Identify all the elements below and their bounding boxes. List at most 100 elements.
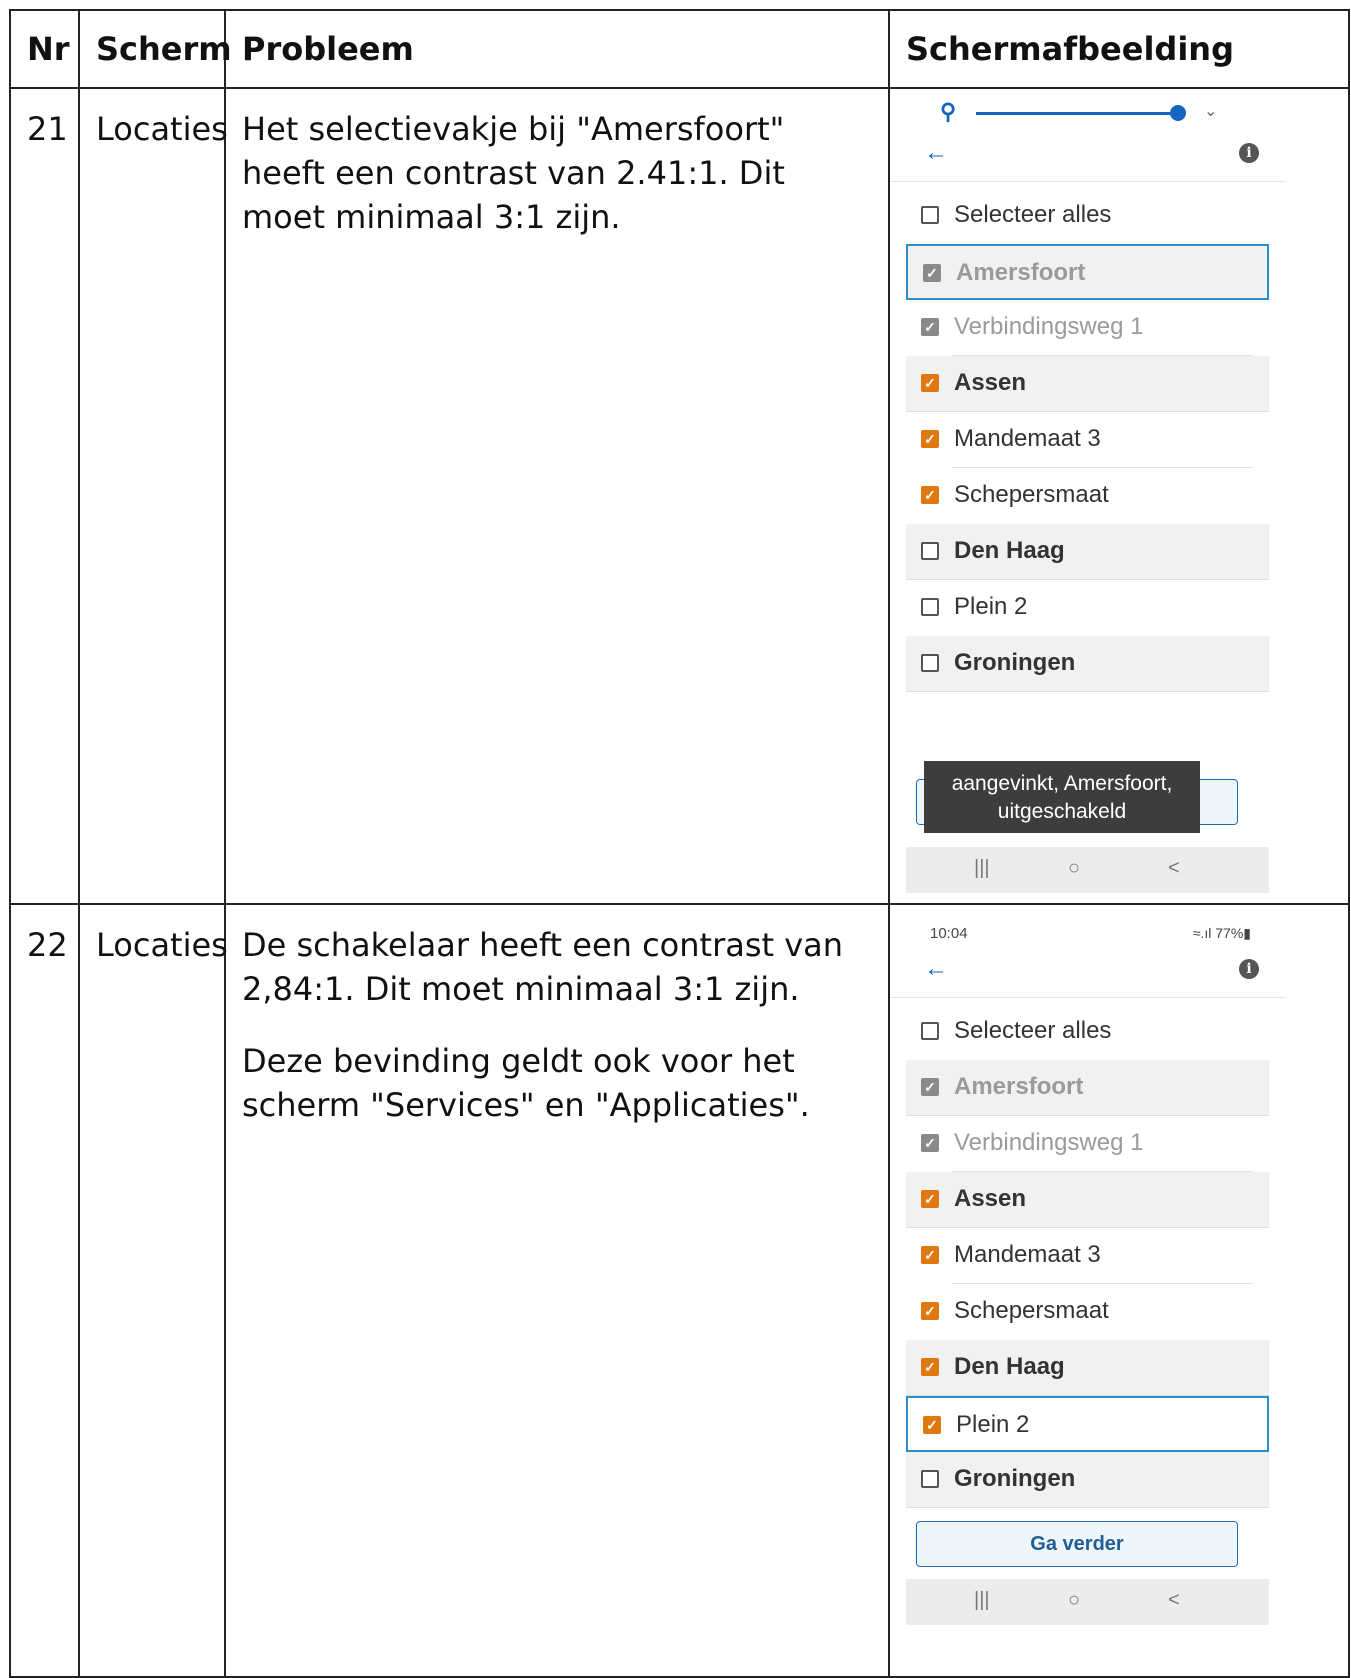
checkbox-checked[interactable]: ✓ bbox=[921, 486, 939, 504]
row-nr: 21 bbox=[9, 87, 80, 905]
back-nav-icon[interactable]: < bbox=[1168, 1589, 1180, 1612]
android-nav-bar: ||| ○ < bbox=[906, 847, 1269, 893]
list-item[interactable]: ✓ Amersfoort bbox=[906, 1060, 1269, 1116]
item-label: Mandemaat 3 bbox=[954, 1241, 1101, 1268]
status-icons: ≈.ıl 77%▮ bbox=[1192, 925, 1251, 941]
item-label: Assen bbox=[954, 369, 1027, 396]
item-label: Verbindingsweg 1 bbox=[954, 1129, 1144, 1156]
app-header: ← i bbox=[890, 135, 1285, 182]
item-label: Plein 2 bbox=[956, 1411, 1030, 1438]
info-icon[interactable]: i bbox=[1239, 959, 1259, 979]
header-screen: Scherm bbox=[78, 9, 232, 89]
findings-table: Nr Scherm Probleem Schermafbeelding 21 L… bbox=[9, 9, 1350, 1678]
row-nr: 22 bbox=[9, 903, 80, 1678]
checkbox[interactable] bbox=[921, 206, 939, 224]
checkbox-checked[interactable]: ✓ bbox=[921, 1190, 939, 1208]
recent-apps-icon[interactable]: ||| bbox=[974, 1589, 990, 1612]
problem-text: De schakelaar heeft een contrast van 2,8… bbox=[242, 926, 844, 1008]
table-row: 21 Locaties Het selectievakje bij "Amers… bbox=[9, 87, 1350, 905]
select-all-item[interactable]: Selecteer alles bbox=[906, 188, 1269, 244]
checkbox-checked[interactable]: ✓ bbox=[921, 374, 939, 392]
row-problem: De schakelaar heeft een contrast van 2,8… bbox=[224, 903, 890, 1678]
location-list: Selecteer alles ✓ Amersfoort ✓ Verbindin… bbox=[890, 1004, 1285, 1508]
row-problem: Het selectievakje bij "Amersfoort" heeft… bbox=[224, 87, 890, 905]
checkbox-checked[interactable]: ✓ bbox=[923, 264, 941, 282]
item-label: Amersfoort bbox=[956, 259, 1086, 286]
select-all-label: Selecteer alles bbox=[954, 1017, 1112, 1044]
talkback-toast: aangevinkt, Amersfoort, uitgeschakeld bbox=[924, 761, 1200, 833]
phone-screenshot: 10:04 ≈.ıl 77%▮ ← i Selecteer alles ✓ Am… bbox=[890, 905, 1285, 1665]
continue-button[interactable]: Ga verder bbox=[916, 1521, 1238, 1567]
home-icon[interactable]: ○ bbox=[1068, 1589, 1080, 1612]
checkbox-checked[interactable]: ✓ bbox=[921, 1134, 939, 1152]
accessibility-slider[interactable]: ⚲ ⌄ bbox=[926, 99, 1226, 129]
checkbox-checked[interactable]: ✓ bbox=[921, 430, 939, 448]
checkbox[interactable] bbox=[921, 542, 939, 560]
list-item[interactable]: ✓ Plein 2 bbox=[906, 1396, 1269, 1452]
list-item[interactable]: ✓ Verbindingsweg 1 bbox=[906, 300, 1269, 356]
list-item[interactable]: ✓ Schepersmaat bbox=[906, 1284, 1269, 1340]
back-nav-icon[interactable]: < bbox=[1168, 857, 1180, 880]
chevron-down-icon[interactable]: ⌄ bbox=[1204, 101, 1217, 121]
item-label: Schepersmaat bbox=[954, 481, 1109, 508]
checkbox[interactable] bbox=[921, 1022, 939, 1040]
list-item[interactable]: Groningen bbox=[906, 1452, 1269, 1508]
item-label: Den Haag bbox=[954, 1353, 1065, 1380]
checkbox-checked[interactable]: ✓ bbox=[921, 1358, 939, 1376]
list-item[interactable]: ✓ Amersfoort bbox=[906, 244, 1269, 300]
list-item[interactable]: Groningen bbox=[906, 636, 1269, 692]
select-all-label: Selecteer alles bbox=[954, 201, 1112, 228]
select-all-item[interactable]: Selecteer alles bbox=[906, 1004, 1269, 1060]
list-item[interactable]: ✓ Mandemaat 3 bbox=[906, 1228, 1269, 1284]
arrow-left-icon[interactable]: ← bbox=[924, 139, 948, 167]
checkbox[interactable] bbox=[921, 654, 939, 672]
list-item[interactable]: ✓ Assen bbox=[906, 1172, 1269, 1228]
item-label: Amersfoort bbox=[954, 1073, 1084, 1100]
recent-apps-icon[interactable]: ||| bbox=[974, 857, 990, 880]
header-nr: Nr bbox=[9, 9, 80, 89]
phone-screenshot: ⚲ ⌄ ← i Selecteer alles ✓ Amersfoort ✓ V… bbox=[890, 89, 1285, 903]
header-problem: Probleem bbox=[224, 9, 890, 89]
android-nav-bar: ||| ○ < bbox=[906, 1579, 1269, 1625]
header-screenshot: Schermafbeelding bbox=[888, 9, 1350, 89]
screenshot-cell: 10:04 ≈.ıl 77%▮ ← i Selecteer alles ✓ Am… bbox=[888, 903, 1350, 1678]
row-screen: Locaties bbox=[78, 903, 228, 1678]
arrow-left-icon[interactable]: ← bbox=[924, 955, 948, 983]
status-bar: 10:04 ≈.ıl 77%▮ bbox=[890, 905, 1285, 951]
screenshot-cell: ⚲ ⌄ ← i Selecteer alles ✓ Amersfoort ✓ V… bbox=[888, 87, 1350, 905]
item-label: Assen bbox=[954, 1185, 1027, 1212]
status-time: 10:04 bbox=[930, 925, 968, 942]
checkbox-checked[interactable]: ✓ bbox=[923, 1416, 941, 1434]
info-icon[interactable]: i bbox=[1239, 143, 1259, 163]
list-item[interactable]: ✓ Mandemaat 3 bbox=[906, 412, 1269, 468]
item-label: Groningen bbox=[954, 649, 1076, 676]
header-row: Nr Scherm Probleem Schermafbeelding bbox=[9, 9, 1350, 89]
row-screen: Locaties bbox=[78, 87, 228, 905]
item-label: Verbindingsweg 1 bbox=[954, 313, 1144, 340]
list-item[interactable]: Den Haag bbox=[906, 524, 1269, 580]
problem-note: Deze bevinding geldt ook voor het scherm… bbox=[242, 1042, 810, 1124]
app-header: ← i bbox=[890, 951, 1285, 998]
checkbox-checked[interactable]: ✓ bbox=[921, 318, 939, 336]
location-list: Selecteer alles ✓ Amersfoort ✓ Verbindin… bbox=[890, 188, 1285, 692]
list-item[interactable]: ✓ Schepersmaat bbox=[906, 468, 1269, 524]
table-row: 22 Locaties De schakelaar heeft een cont… bbox=[9, 903, 1350, 1678]
checkbox-checked[interactable]: ✓ bbox=[921, 1078, 939, 1096]
item-label: Groningen bbox=[954, 1465, 1076, 1492]
list-item[interactable]: Plein 2 bbox=[906, 580, 1269, 636]
item-label: Plein 2 bbox=[954, 593, 1028, 620]
list-item[interactable]: ✓ Assen bbox=[906, 356, 1269, 412]
item-label: Schepersmaat bbox=[954, 1297, 1109, 1324]
checkbox-checked[interactable]: ✓ bbox=[921, 1246, 939, 1264]
checkbox[interactable] bbox=[921, 1470, 939, 1488]
slider-knob[interactable] bbox=[1170, 105, 1186, 121]
checkbox-checked[interactable]: ✓ bbox=[921, 1302, 939, 1320]
home-icon[interactable]: ○ bbox=[1068, 857, 1080, 880]
status-bar: ⚲ ⌄ bbox=[890, 89, 1285, 135]
problem-text: Het selectievakje bij "Amersfoort" heeft… bbox=[242, 110, 785, 236]
accessibility-icon: ⚲ bbox=[940, 99, 957, 124]
item-label: Mandemaat 3 bbox=[954, 425, 1101, 452]
list-item[interactable]: ✓ Den Haag bbox=[906, 1340, 1269, 1396]
checkbox[interactable] bbox=[921, 598, 939, 616]
list-item[interactable]: ✓ Verbindingsweg 1 bbox=[906, 1116, 1269, 1172]
